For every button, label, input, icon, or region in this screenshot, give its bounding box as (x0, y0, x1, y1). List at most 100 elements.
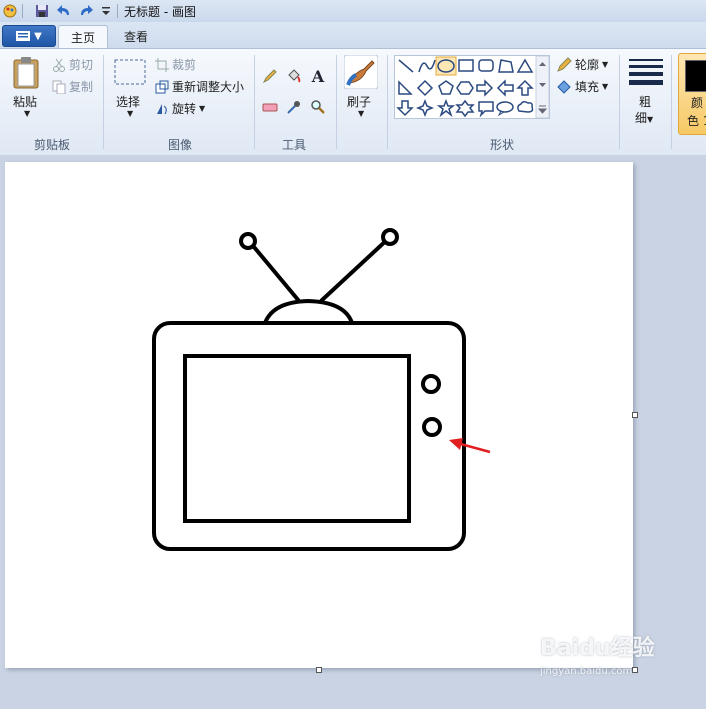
tv-drawing (152, 228, 491, 551)
chevron-down-icon: ▼ (34, 30, 42, 42)
size-label-line2[interactable]: 细▼ (635, 109, 653, 126)
undo-icon[interactable] (56, 3, 72, 19)
resize-label: 重新调整大小 (172, 80, 245, 94)
rectangle-shape-icon[interactable] (458, 59, 474, 72)
magnifier-icon[interactable] (308, 97, 328, 117)
right-antenna-tip (381, 228, 399, 246)
crop-label: 裁剪 (172, 58, 197, 72)
brushes-button[interactable]: 刷子 (347, 93, 371, 110)
tv-knob-top (421, 374, 441, 394)
color1-label-line1: 颜 (691, 96, 704, 110)
separator (117, 4, 118, 18)
fill-icon (557, 79, 571, 94)
antenna-base (263, 298, 354, 324)
chevron-down-icon: ▼ (647, 115, 654, 124)
pencil-icon[interactable] (260, 66, 280, 86)
title-bar: 无标题 - 画图 (0, 0, 706, 23)
image-group-label: 图像 (167, 138, 192, 152)
curve-shape-icon[interactable] (418, 59, 436, 73)
color1-label-line2: 色 1 (687, 114, 706, 128)
chevron-down-icon[interactable]: ▼ (127, 109, 133, 118)
size-label-text: 细 (635, 111, 648, 125)
four-point-star-shape-icon[interactable] (415, 98, 435, 118)
down-arrow-shape-icon[interactable] (396, 100, 414, 117)
outline-label: 轮廓 (575, 58, 600, 72)
line-shape-icon[interactable] (398, 59, 414, 73)
rotate-label: 旋转 (172, 102, 197, 116)
copy-icon (52, 80, 66, 94)
cut-button[interactable]: 剪切 (52, 56, 93, 73)
baidu-watermark: Baidu经验 jingyan.baidu.com (540, 630, 655, 677)
drawing-canvas[interactable] (5, 162, 633, 668)
group-separator (336, 55, 337, 149)
menu-icon (16, 31, 31, 41)
watermark-url: jingyan.baidu.com (540, 666, 633, 677)
resize-button[interactable]: 重新调整大小 (155, 78, 244, 95)
paint-menu-button[interactable]: ▼ (2, 25, 56, 47)
rounded-callout-shape-icon[interactable] (478, 101, 494, 118)
chevron-down-icon[interactable]: ▼ (358, 109, 364, 118)
hexagon-shape-icon[interactable] (456, 81, 474, 95)
shapes-group-label: 形状 (489, 138, 514, 152)
customize-quick-access-icon[interactable] (98, 3, 114, 19)
fill-bucket-icon[interactable] (284, 66, 304, 86)
tab-home[interactable]: 主页 (58, 25, 108, 49)
diamond-shape-icon[interactable] (416, 79, 434, 97)
brush-icon[interactable] (343, 54, 379, 92)
group-separator (254, 55, 255, 149)
resize-handle-right[interactable] (632, 412, 638, 418)
scissors-icon (53, 58, 65, 72)
select-icon[interactable] (114, 59, 146, 88)
size-label-line1[interactable]: 粗 (639, 93, 651, 110)
shapes-gallery[interactable] (394, 55, 550, 119)
outline-button[interactable]: 轮廓 ▼ (556, 56, 608, 73)
resize-handle-bottom[interactable] (316, 667, 322, 673)
group-separator (619, 55, 620, 149)
copy-label: 复制 (69, 80, 94, 94)
separator (22, 4, 23, 18)
paste-button[interactable]: 粘贴 (13, 93, 37, 110)
group-separator (387, 55, 388, 149)
right-triangle-shape-icon[interactable] (398, 80, 413, 95)
rotate-button[interactable]: 旋转 ▼ (155, 100, 205, 117)
polygon-shape-icon[interactable] (498, 59, 514, 73)
resize-icon (155, 80, 169, 93)
left-arrow-shape-icon[interactable] (496, 79, 514, 97)
chevron-down-icon[interactable]: ▼ (24, 109, 30, 118)
text-tool-icon[interactable]: A (308, 66, 328, 86)
size-lines-icon[interactable] (629, 59, 663, 88)
rounded-rectangle-shape-icon[interactable] (478, 59, 494, 72)
window-title: 无标题 - 画图 (124, 5, 196, 19)
copy-button[interactable]: 复制 (52, 78, 93, 95)
cloud-callout-shape-icon[interactable] (517, 100, 534, 113)
clipboard-group-label: 剪贴板 (33, 138, 70, 152)
save-icon[interactable] (34, 3, 50, 19)
crop-button[interactable]: 裁剪 (155, 56, 196, 73)
fill-label: 填充 (575, 80, 600, 94)
fill-button[interactable]: 填充 ▼ (556, 78, 608, 95)
up-arrow-shape-icon[interactable] (516, 79, 534, 96)
left-antenna (247, 239, 301, 303)
group-separator (103, 55, 104, 149)
tab-view[interactable]: 查看 (112, 25, 160, 48)
color-picker-icon[interactable] (284, 97, 304, 117)
oval-callout-shape-icon[interactable] (496, 101, 514, 117)
redo-icon[interactable] (78, 3, 94, 19)
paint-app-icon[interactable] (2, 3, 18, 19)
color1-button[interactable]: 颜 色 1 (678, 53, 706, 135)
rotate-icon (157, 103, 167, 114)
tools-group-label: 工具 (281, 138, 306, 152)
five-point-star-shape-icon[interactable] (436, 98, 456, 118)
select-button[interactable]: 选择 (116, 93, 140, 110)
crop-icon (155, 57, 169, 72)
paste-icon[interactable] (12, 55, 42, 92)
pentagon-shape-icon[interactable] (438, 80, 454, 95)
chevron-down-icon: ▼ (199, 104, 206, 113)
eraser-icon[interactable] (260, 97, 280, 117)
triangle-shape-icon[interactable] (516, 58, 534, 73)
cut-label: 剪切 (69, 58, 94, 72)
right-arrow-shape-icon[interactable] (476, 79, 494, 97)
chevron-down-icon: ▼ (602, 82, 609, 91)
six-point-star-shape-icon[interactable] (455, 99, 475, 118)
group-separator (671, 55, 672, 149)
